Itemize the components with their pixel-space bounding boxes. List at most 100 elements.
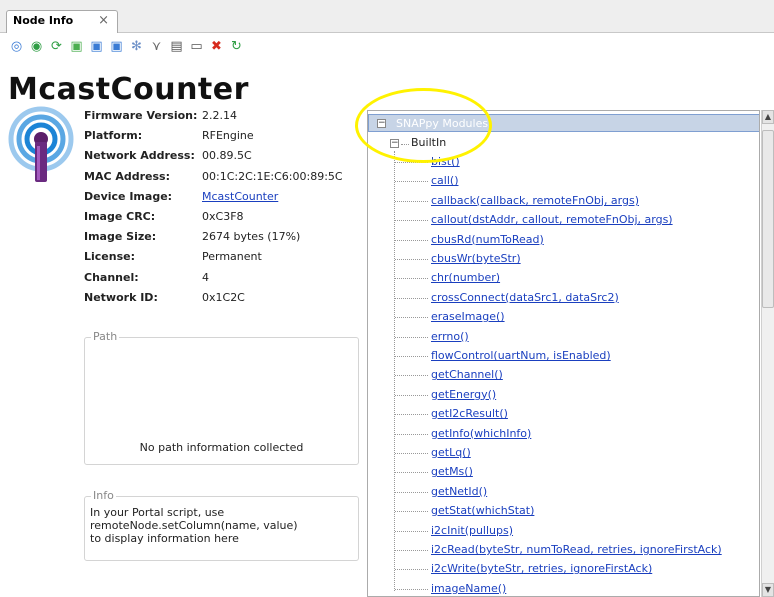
info-group-title: Info: [91, 489, 116, 502]
tree-item-function[interactable]: callout(dstAddr, callout, remoteFnObj, a…: [368, 211, 759, 229]
function-link[interactable]: chr(number): [431, 271, 500, 284]
tree-connector: [395, 550, 428, 551]
delete-icon[interactable]: ✖: [208, 38, 225, 55]
scroll-up-icon[interactable]: ▲: [762, 110, 774, 124]
function-link[interactable]: getStat(whichStat): [431, 504, 534, 517]
field-value: 4: [202, 270, 209, 284]
tree-item-function[interactable]: call(): [368, 172, 759, 190]
tree-item-function[interactable]: getStat(whichStat): [368, 502, 759, 520]
field-label: MAC Address:: [84, 169, 171, 183]
collapse-icon[interactable]: −: [377, 119, 386, 128]
tree-item-function[interactable]: getInfo(whichInfo): [368, 425, 759, 443]
tree-item-function[interactable]: errno(): [368, 328, 759, 346]
function-link[interactable]: flowControl(uartNum, isEnabled): [431, 349, 611, 362]
device-image-link[interactable]: McastCounter: [202, 190, 278, 203]
function-link[interactable]: callback(callback, remoteFnObj, args): [431, 194, 639, 207]
node-title: McastCounter: [8, 72, 249, 107]
ping-icon[interactable]: ◎: [8, 38, 25, 55]
tree-item-function[interactable]: getLq(): [368, 444, 759, 462]
tree-connector: [395, 511, 428, 513]
tree-connector: [401, 144, 409, 145]
function-link[interactable]: getEnergy(): [431, 388, 496, 401]
refresh-icon[interactable]: ◉: [28, 38, 45, 55]
field-value: 00:1C:2C:1E:C6:00:89:5C: [202, 169, 343, 183]
function-link[interactable]: cbusWr(byteStr): [431, 252, 521, 265]
tree-connector: [395, 278, 428, 280]
function-link[interactable]: bist(): [431, 155, 460, 168]
tree-item-function[interactable]: i2cWrite(byteStr, retries, ignoreFirstAc…: [368, 560, 759, 578]
tree-item-function[interactable]: imageName(): [368, 580, 759, 596]
field-value: 0xC3F8: [202, 210, 244, 223]
field-value: RFEngine: [202, 129, 254, 143]
function-link[interactable]: errno(): [431, 330, 469, 343]
tree-item-function[interactable]: crossConnect(dataSrc1, dataSrc2): [368, 289, 759, 307]
function-link[interactable]: i2cWrite(byteStr, retries, ignoreFirstAc…: [431, 562, 652, 575]
tree-item-function[interactable]: bist(): [368, 153, 759, 171]
field-value: 00.89.5C: [202, 149, 252, 163]
tab-node-info[interactable]: Node Info ×: [6, 10, 118, 33]
tree-item-function[interactable]: flowControl(uartNum, isEnabled): [368, 347, 759, 365]
tree-scrollbar[interactable]: ▲ ▼: [761, 110, 774, 597]
tree-item-builtin[interactable]: BuiltIn: [411, 136, 446, 149]
tree-connector: [395, 336, 428, 338]
tree-item-function[interactable]: callback(callback, remoteFnObj, args): [368, 192, 759, 210]
tree-item-function[interactable]: getChannel(): [368, 366, 759, 384]
tree-connector: [395, 453, 428, 454]
function-link[interactable]: getChannel(): [431, 368, 503, 381]
upload-script-icon[interactable]: ▣: [68, 38, 85, 55]
function-link[interactable]: getNetId(): [431, 485, 487, 498]
function-link[interactable]: getLq(): [431, 446, 471, 459]
tree-item-function[interactable]: getI2cResult(): [368, 405, 759, 423]
function-link[interactable]: getInfo(whichInfo): [431, 427, 531, 440]
path-message: No path information collected: [139, 441, 304, 454]
sync-icon[interactable]: ⟳: [48, 38, 65, 55]
function-link[interactable]: imageName(): [431, 582, 506, 595]
field-value: 0x1C2C: [202, 290, 245, 304]
toolbar: ◎ ◉ ⟳ ▣ ▣ ▣ ✻ ⋎ ▤ ▭ ✖ ↻: [8, 38, 245, 62]
function-link[interactable]: i2cInit(pullups): [431, 524, 513, 537]
function-link[interactable]: getI2cResult(): [431, 407, 508, 420]
function-link[interactable]: getMs(): [431, 465, 473, 478]
tree-item-function[interactable]: i2cInit(pullups): [368, 522, 759, 540]
tree-item-function[interactable]: eraseImage(): [368, 308, 759, 326]
tree-connector: [395, 162, 428, 163]
field-value: Permanent: [202, 250, 262, 264]
tree-item-function[interactable]: getMs(): [368, 463, 759, 481]
scroll-down-icon[interactable]: ▼: [762, 583, 774, 597]
tree-connector: [395, 297, 428, 299]
field-label: Device Image:: [84, 189, 173, 203]
field-label: Channel:: [84, 270, 139, 284]
field-label: Image CRC:: [84, 210, 156, 223]
collapse-icon[interactable]: −: [390, 139, 399, 148]
tree-item-snappy-modules[interactable]: − SNAPpy Modules: [368, 114, 759, 132]
tree-connector: [395, 491, 428, 493]
tree-item-function[interactable]: getEnergy(): [368, 386, 759, 404]
function-link[interactable]: cbusRd(numToRead): [431, 233, 544, 246]
script-icon[interactable]: ▣: [88, 38, 105, 55]
snappy-modules-tree[interactable]: − SNAPpy Modules − BuiltIn bist() call() c…: [367, 110, 760, 597]
tree-item-function[interactable]: cbusRd(numToRead): [368, 231, 759, 249]
function-link[interactable]: i2cRead(byteStr, numToRead, retries, ign…: [431, 543, 722, 556]
function-link[interactable]: callout(dstAddr, callout, remoteFnObj, a…: [431, 213, 673, 226]
field-value: 2674 bytes (17%): [202, 230, 301, 244]
close-icon[interactable]: ×: [98, 13, 109, 28]
field-label: Network ID:: [84, 290, 158, 304]
tree-connector: [395, 530, 428, 532]
reload-icon[interactable]: ↻: [228, 38, 245, 55]
gear-icon[interactable]: ✻: [128, 38, 145, 55]
tree-item-function[interactable]: cbusWr(byteStr): [368, 250, 759, 268]
network-icon[interactable]: ⋎: [148, 38, 165, 55]
function-link[interactable]: crossConnect(dataSrc1, dataSrc2): [431, 291, 619, 304]
field-label: Network Address:: [84, 149, 195, 163]
function-link[interactable]: call(): [431, 174, 458, 187]
script-edit-icon[interactable]: ▣: [108, 38, 125, 55]
function-link[interactable]: eraseImage(): [431, 310, 505, 323]
tree-item-function[interactable]: i2cRead(byteStr, numToRead, retries, ign…: [368, 541, 759, 559]
copy-icon[interactable]: ▤: [168, 38, 185, 55]
tree-item-function[interactable]: chr(number): [368, 269, 759, 287]
tree-item-function[interactable]: getNetId(): [368, 483, 759, 501]
scrollbar-thumb[interactable]: [762, 130, 774, 308]
path-group-title: Path: [91, 330, 120, 343]
minimize-icon[interactable]: ▭: [188, 38, 205, 55]
tree-connector: [395, 220, 428, 222]
